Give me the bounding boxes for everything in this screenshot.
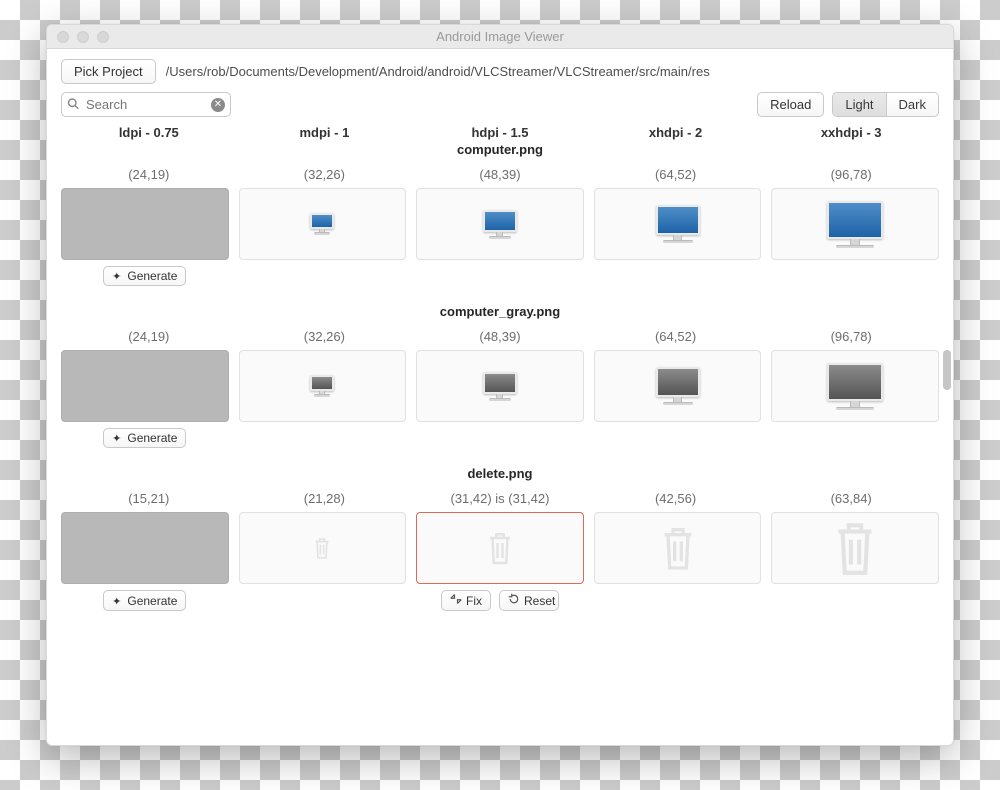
dim-mdpi: (32,26) — [237, 167, 413, 182]
close-icon[interactable] — [57, 31, 69, 43]
density-headers: ldpi - 0.75 mdpi - 1 hdpi - 1.5 xhdpi - … — [61, 125, 939, 140]
zoom-icon[interactable] — [97, 31, 109, 43]
dim-ldpi: (15,21) — [61, 491, 237, 506]
thumb-mdpi[interactable] — [239, 188, 407, 260]
dim-mdpi: (21,28) — [237, 491, 413, 506]
dim-xxhdpi: (63,84) — [763, 491, 939, 506]
dimensions-row: (15,21) (21,28) (31,42) is (31,42) (42,5… — [61, 491, 939, 506]
monitor-icon — [656, 205, 700, 243]
dim-mdpi: (32,26) — [237, 329, 413, 344]
search-icon — [67, 97, 79, 112]
monitor-gray-icon — [827, 363, 883, 410]
content[interactable]: computer.png (24,19) (32,26) (48,39) (64… — [47, 140, 953, 745]
theme-segmented: Light Dark — [832, 92, 939, 117]
thumb-xxhdpi[interactable] — [771, 512, 939, 584]
monitor-icon — [483, 210, 517, 239]
thumb-mdpi[interactable] — [239, 350, 407, 422]
reset-button[interactable]: Reset — [499, 590, 559, 611]
header-xxhdpi: xxhdpi - 3 — [763, 125, 939, 140]
thumb-mdpi[interactable] — [239, 512, 407, 584]
reload-button[interactable]: Reload — [757, 92, 824, 117]
thumb-hdpi-error[interactable] — [416, 512, 584, 584]
pick-project-button[interactable]: Pick Project — [61, 59, 156, 84]
monitor-icon — [827, 201, 883, 248]
thumb-ldpi-missing[interactable] — [61, 188, 229, 260]
dim-xhdpi: (64,52) — [588, 167, 764, 182]
generate-button[interactable]: Generate — [103, 428, 186, 448]
thumb-xxhdpi[interactable] — [771, 350, 939, 422]
header-hdpi: hdpi - 1.5 — [412, 125, 588, 140]
dim-hdpi: (31,42) is (31,42) — [412, 491, 588, 506]
reload-icon — [508, 593, 520, 608]
monitor-gray-icon — [483, 372, 517, 401]
titlebar: Android Image Viewer — [47, 25, 953, 49]
thumb-xhdpi[interactable] — [594, 512, 762, 584]
theme-light-button[interactable]: Light — [833, 93, 885, 116]
trash-icon — [485, 528, 515, 568]
thumbnails-row — [61, 512, 939, 584]
group-title: computer.png — [61, 142, 939, 157]
header-ldpi: ldpi - 0.75 — [61, 125, 237, 140]
minimize-icon[interactable] — [77, 31, 89, 43]
dim-ldpi: (24,19) — [61, 329, 237, 344]
dim-xxhdpi: (96,78) — [763, 167, 939, 182]
monitor-gray-icon — [656, 367, 700, 405]
search-input[interactable] — [61, 92, 231, 117]
thumb-xhdpi[interactable] — [594, 350, 762, 422]
search-field[interactable]: ✕ — [61, 92, 231, 117]
actions-row: Generate — [61, 266, 939, 286]
window-title: Android Image Viewer — [47, 29, 953, 44]
trash-icon — [312, 535, 332, 561]
clear-search-icon[interactable]: ✕ — [211, 98, 225, 112]
thumb-hdpi[interactable] — [416, 350, 584, 422]
trash-icon — [830, 515, 880, 581]
actions-row: Generate Fix Reset — [61, 590, 939, 611]
generate-button[interactable]: Generate — [103, 266, 186, 286]
dimensions-row: (24,19) (32,26) (48,39) (64,52) (96,78) — [61, 167, 939, 182]
group-title: delete.png — [61, 466, 939, 481]
actions-row: Generate — [61, 428, 939, 448]
project-path: /Users/rob/Documents/Development/Android… — [166, 64, 710, 79]
dim-ldpi: (24,19) — [61, 167, 237, 182]
thumbnails-row — [61, 350, 939, 422]
thumb-ldpi-missing[interactable] — [61, 350, 229, 422]
dim-hdpi: (48,39) — [412, 167, 588, 182]
monitor-icon — [310, 213, 334, 235]
theme-dark-button[interactable]: Dark — [886, 93, 938, 116]
dimensions-row: (24,19) (32,26) (48,39) (64,52) (96,78) — [61, 329, 939, 344]
scrollbar[interactable] — [943, 350, 951, 390]
wand-icon — [112, 269, 123, 283]
dim-xhdpi: (42,56) — [588, 491, 764, 506]
header-xhdpi: xhdpi - 2 — [588, 125, 764, 140]
group-title: computer_gray.png — [61, 304, 939, 319]
generate-button[interactable]: Generate — [103, 590, 186, 611]
shrink-icon — [450, 593, 462, 608]
thumb-xxhdpi[interactable] — [771, 188, 939, 260]
wand-icon — [112, 431, 123, 445]
dim-xhdpi: (64,52) — [588, 329, 764, 344]
fix-button[interactable]: Fix — [441, 590, 491, 611]
dim-hdpi: (48,39) — [412, 329, 588, 344]
thumb-hdpi[interactable] — [416, 188, 584, 260]
trash-icon — [658, 521, 698, 575]
header-mdpi: mdpi - 1 — [237, 125, 413, 140]
thumb-ldpi-missing[interactable] — [61, 512, 229, 584]
window-controls[interactable] — [57, 31, 109, 43]
dim-xxhdpi: (96,78) — [763, 329, 939, 344]
toolbar: Pick Project /Users/rob/Documents/Develo… — [47, 49, 953, 140]
monitor-gray-icon — [310, 375, 334, 397]
thumbnails-row — [61, 188, 939, 260]
app-window: Android Image Viewer Pick Project /Users… — [46, 24, 954, 746]
thumb-xhdpi[interactable] — [594, 188, 762, 260]
wand-icon — [112, 594, 123, 608]
